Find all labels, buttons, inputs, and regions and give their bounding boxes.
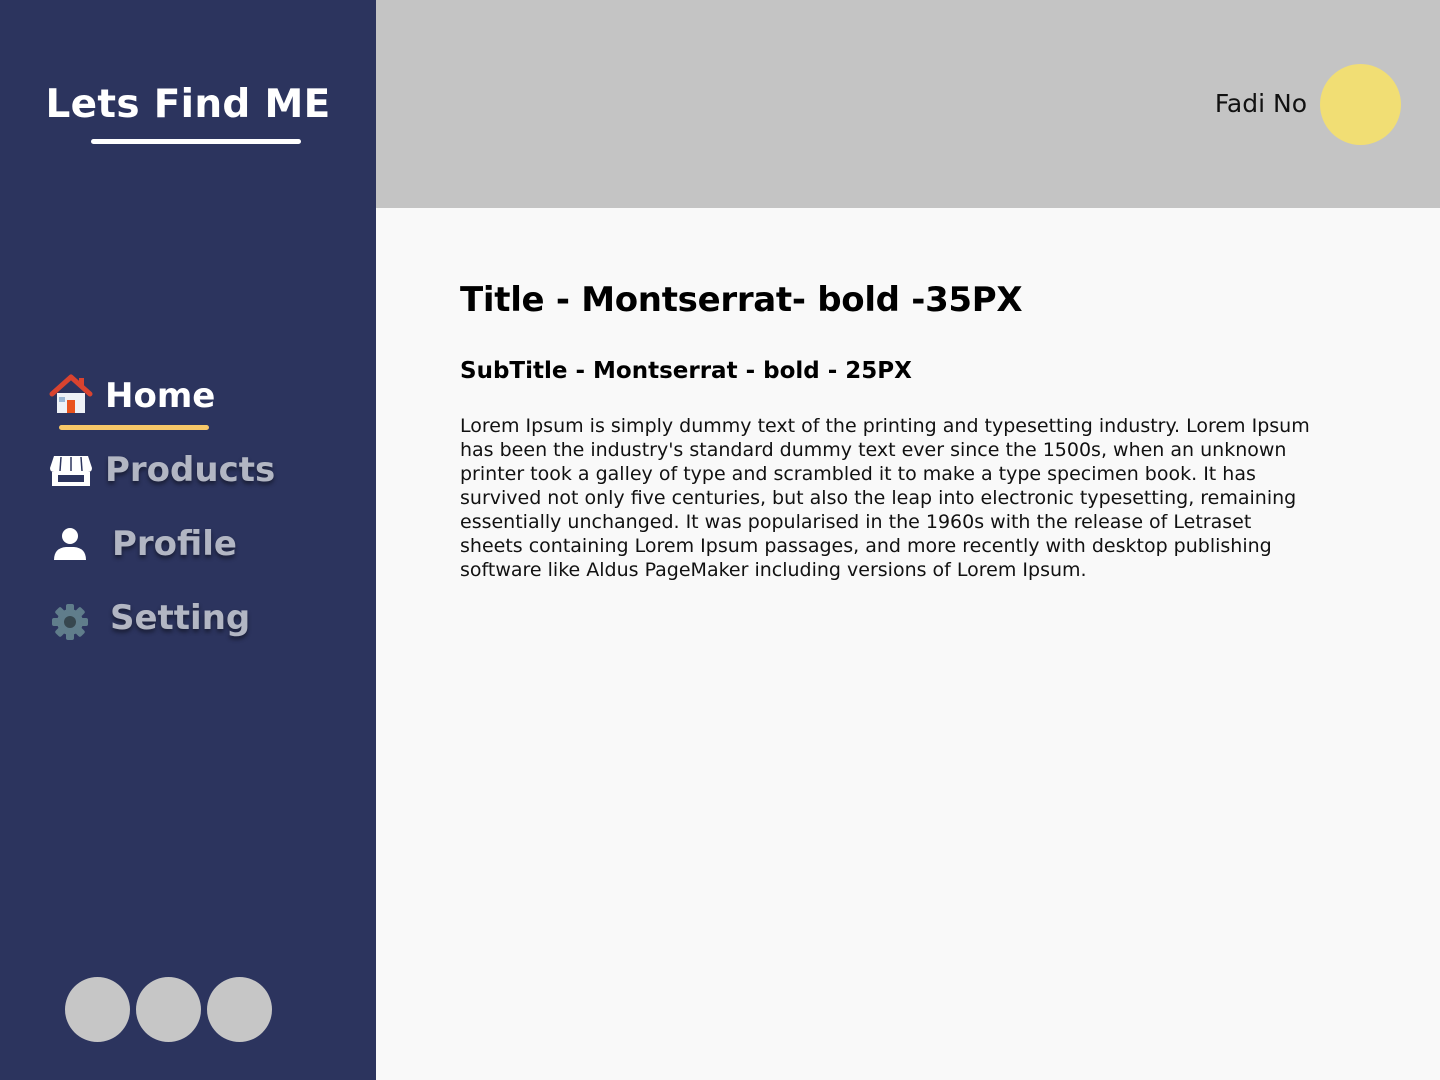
sidebar-item-setting[interactable]: Setting [0, 596, 376, 656]
top-header: Fadi No [376, 0, 1440, 208]
circle-button-3[interactable] [207, 977, 272, 1042]
gear-icon [48, 596, 94, 640]
circle-button-1[interactable] [65, 977, 130, 1042]
body-paragraph: Lorem Ipsum is simply dummy text of the … [460, 415, 1310, 581]
brand-logo-text[interactable]: Lets Find ME [0, 82, 376, 127]
user-icon [48, 522, 94, 566]
sidebar: Lets Find ME Home Products Profile Setti… [0, 0, 376, 1080]
main-content: Title - Montserrat- bold -35PX SubTitle … [460, 280, 1310, 582]
active-indicator [59, 425, 209, 430]
sidebar-item-label: Products [105, 450, 276, 490]
bottom-button-group [65, 977, 285, 1043]
sidebar-item-label: Setting [110, 598, 251, 638]
page-subtitle: SubTitle - Montserrat - bold - 25PX [460, 358, 912, 384]
circle-button-2[interactable] [136, 977, 201, 1042]
home-icon [48, 374, 94, 418]
sidebar-item-products[interactable]: Products [0, 448, 376, 508]
user-name[interactable]: Fadi No [1215, 89, 1307, 118]
store-icon [48, 448, 94, 492]
sidebar-item-label: Home [105, 376, 216, 416]
page-title: Title - Montserrat- bold -35PX [460, 280, 1023, 320]
avatar[interactable] [1320, 64, 1401, 145]
sidebar-item-profile[interactable]: Profile [0, 522, 376, 582]
sidebar-item-label: Profile [112, 524, 237, 564]
brand-underline [91, 139, 301, 144]
